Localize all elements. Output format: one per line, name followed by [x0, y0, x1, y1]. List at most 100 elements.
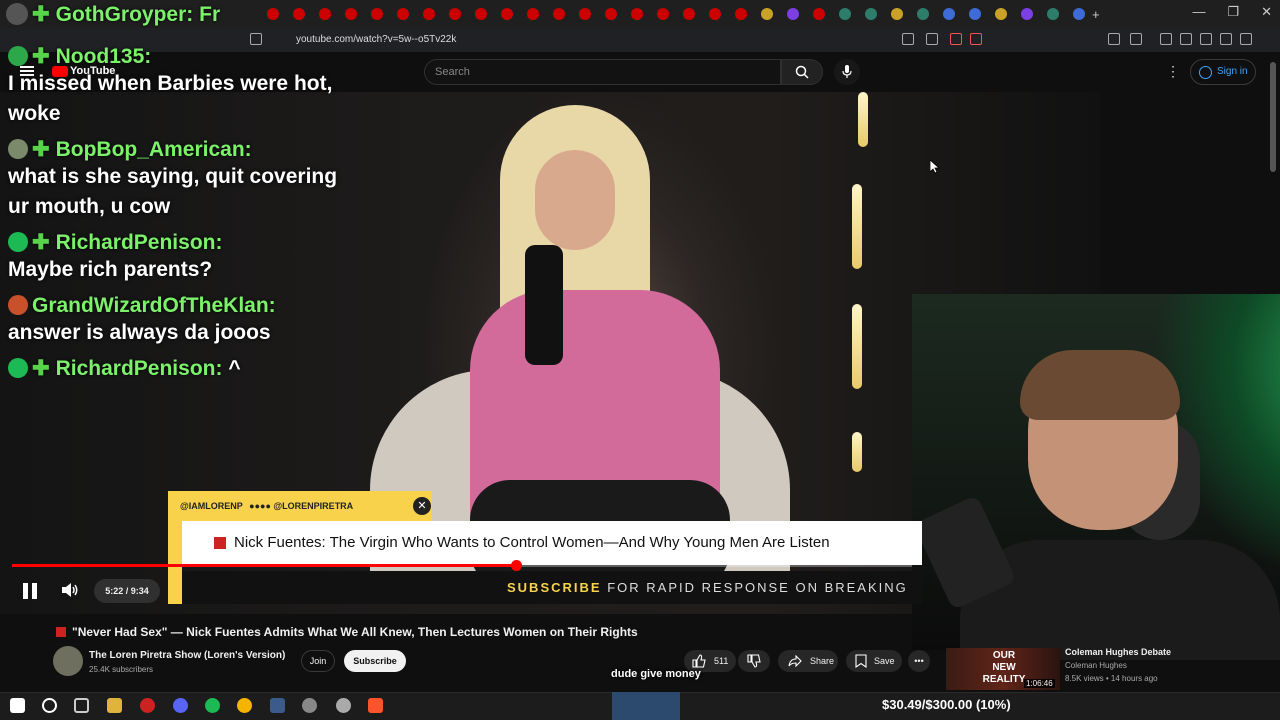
- tab-youtube-icon[interactable]: [683, 8, 695, 20]
- sidebar-icon[interactable]: [1180, 33, 1192, 45]
- video-title: "Never Had Sex" — Nick Fuentes Admits Wh…: [56, 625, 638, 639]
- tab-icon[interactable]: [787, 8, 799, 20]
- obs-icon[interactable]: [336, 698, 351, 713]
- screen: + — ❐ ✕ youtube.com/watch?v=5w--o5Tv22k …: [0, 0, 1280, 720]
- tab-youtube-icon[interactable]: [631, 8, 643, 20]
- tab-youtube-icon[interactable]: [267, 8, 279, 20]
- tab-youtube-icon[interactable]: [527, 8, 539, 20]
- app-icon[interactable]: [302, 698, 317, 713]
- woman-face: [535, 150, 615, 250]
- pause-button[interactable]: [18, 579, 42, 603]
- headline-text: Nick Fuentes: The Virgin Who Wants to Co…: [234, 534, 830, 551]
- voice-search-button[interactable]: [834, 59, 860, 85]
- volume-button[interactable]: [60, 580, 84, 602]
- tab-icon[interactable]: [1047, 8, 1059, 20]
- tab-icon[interactable]: [1073, 8, 1085, 20]
- restore-icon[interactable]: ❐: [1227, 4, 1239, 20]
- recommended-title[interactable]: Coleman Hughes Debate: [1065, 647, 1171, 657]
- spotify-icon[interactable]: [205, 698, 220, 713]
- windows-start-icon[interactable]: [10, 698, 25, 713]
- cast-icon[interactable]: [902, 33, 914, 45]
- thumbnail-text: OUR NEW REALITY: [982, 650, 1026, 685]
- brave-icon[interactable]: [368, 698, 383, 713]
- tab-youtube-icon[interactable]: [709, 8, 721, 20]
- tab-youtube-icon[interactable]: [501, 8, 513, 20]
- progress-bar[interactable]: [12, 560, 912, 571]
- media-icon[interactable]: [1160, 33, 1172, 45]
- thumbs-down-icon: [747, 654, 761, 668]
- tab-icon[interactable]: [917, 8, 929, 20]
- tab-icon[interactable]: [943, 8, 955, 20]
- tab-youtube-icon[interactable]: [657, 8, 669, 20]
- progress-fill: [12, 564, 516, 567]
- brave-shield-icon[interactable]: [950, 33, 962, 45]
- recommended-channel[interactable]: Coleman Hughes: [1065, 661, 1127, 670]
- handle-text: @LORENPIRETRA: [273, 501, 354, 511]
- extensions-icon[interactable]: [1108, 33, 1120, 45]
- tab-youtube-icon[interactable]: [371, 8, 383, 20]
- close-icon[interactable]: ✕: [1261, 4, 1272, 20]
- handle-text: @IAMLORENP: [180, 501, 243, 511]
- like-count: 511: [714, 656, 729, 666]
- tab-icon[interactable]: [995, 8, 1007, 20]
- extension-icon[interactable]: [1130, 33, 1142, 45]
- search-input[interactable]: Search: [424, 59, 781, 85]
- page-scrollbar[interactable]: [1270, 62, 1276, 172]
- subscriber-count: 25.4K subscribers: [89, 665, 154, 674]
- tab-icon[interactable]: [1021, 8, 1033, 20]
- tab-youtube-icon[interactable]: [449, 8, 461, 20]
- search-button[interactable]: [781, 59, 823, 85]
- tab-icon[interactable]: [865, 8, 877, 20]
- sign-in-label: Sign in: [1217, 66, 1248, 77]
- tab-youtube-icon[interactable]: [319, 8, 331, 20]
- app-icon[interactable]: [140, 698, 155, 713]
- tab-youtube-icon[interactable]: [345, 8, 357, 20]
- tab-youtube-icon[interactable]: [605, 8, 617, 20]
- tab-icon[interactable]: [761, 8, 773, 20]
- tab-youtube-icon[interactable]: [475, 8, 487, 20]
- tab-icon[interactable]: [813, 8, 825, 20]
- tab-icon[interactable]: [891, 8, 903, 20]
- dislike-button[interactable]: [738, 650, 770, 672]
- taskbar-active-app[interactable]: [612, 692, 680, 720]
- chat-username: RichardPenison:: [55, 357, 223, 380]
- search-icon[interactable]: [42, 698, 57, 713]
- tab-youtube-icon[interactable]: [553, 8, 565, 20]
- menu-icon[interactable]: [1240, 33, 1252, 45]
- share-icon[interactable]: [926, 33, 938, 45]
- pause-icon: [23, 583, 28, 599]
- tab-youtube-icon[interactable]: [397, 8, 409, 20]
- tab-youtube-icon[interactable]: [579, 8, 591, 20]
- video-title-text: "Never Had Sex" — Nick Fuentes Admits Wh…: [72, 625, 638, 639]
- wallet-icon[interactable]: [1200, 33, 1212, 45]
- minimize-icon[interactable]: —: [1192, 4, 1205, 20]
- vpn-icon[interactable]: [1220, 33, 1232, 45]
- more-actions-button[interactable]: •••: [908, 650, 930, 672]
- lamp-light: [852, 304, 862, 389]
- sign-in-button[interactable]: Sign in: [1190, 59, 1256, 85]
- tab-icon[interactable]: [839, 8, 851, 20]
- scrubber-handle[interactable]: [511, 560, 522, 571]
- tab-youtube-icon[interactable]: [735, 8, 747, 20]
- steam-icon[interactable]: [270, 698, 285, 713]
- channel-name[interactable]: The Loren Piretra Show (Loren's Version): [89, 650, 285, 661]
- task-view-icon[interactable]: [74, 698, 89, 713]
- save-button[interactable]: Save: [846, 650, 902, 672]
- join-button[interactable]: Join: [301, 650, 335, 672]
- subscribe-button[interactable]: Subscribe: [344, 650, 406, 672]
- file-explorer-icon[interactable]: [107, 698, 122, 713]
- rewards-icon[interactable]: [970, 33, 982, 45]
- tab-icon[interactable]: [969, 8, 981, 20]
- tab-youtube-icon[interactable]: [293, 8, 305, 20]
- podcast-microphone: [525, 245, 563, 365]
- more-options-icon[interactable]: ⋮: [1166, 63, 1180, 80]
- share-button[interactable]: Share: [778, 650, 838, 672]
- url-field[interactable]: youtube.com/watch?v=5w--o5Tv22k: [270, 31, 880, 49]
- channel-avatar[interactable]: [53, 646, 83, 676]
- discord-icon[interactable]: [173, 698, 188, 713]
- new-tab-icon[interactable]: +: [1092, 7, 1100, 22]
- avatar: [8, 46, 28, 66]
- chat-text: I missed when Barbies were hot, woke: [8, 72, 333, 125]
- tab-youtube-icon[interactable]: [423, 8, 435, 20]
- chrome-icon[interactable]: [237, 698, 252, 713]
